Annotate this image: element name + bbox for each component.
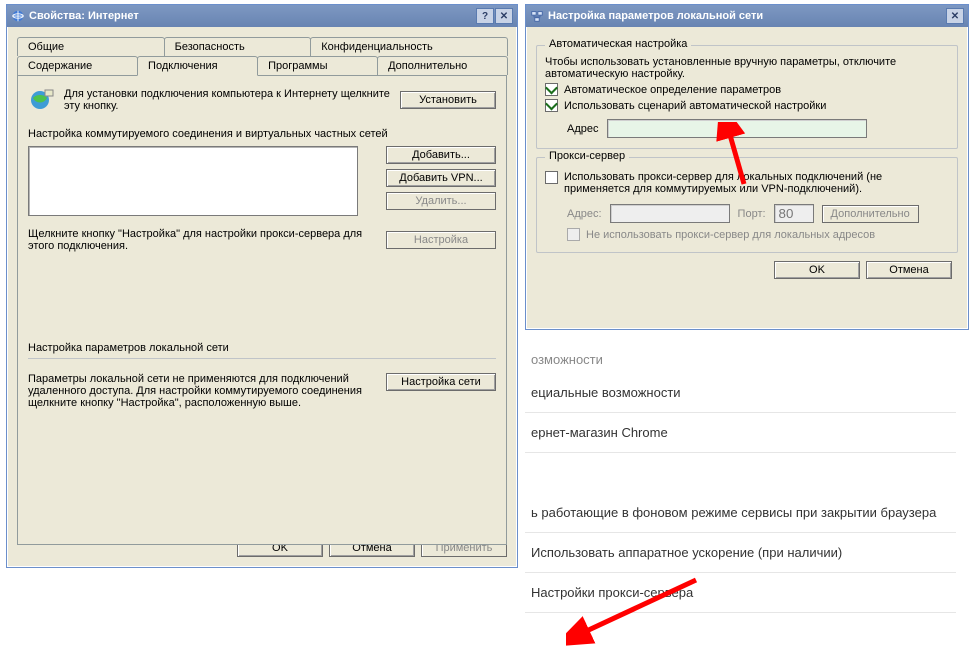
tab-programs[interactable]: Программы: [257, 56, 378, 75]
chrome-item-proxy-settings[interactable]: Настройки прокси-сервера: [525, 573, 956, 613]
chrome-item-accessibility[interactable]: ециальные возможности: [525, 373, 956, 413]
add-vpn-button[interactable]: Добавить VPN...: [386, 169, 496, 187]
proxy-address-input: [610, 204, 730, 223]
internet-icon: [11, 9, 25, 23]
setup-hint-text: Для установки подключения компьютера к И…: [64, 88, 392, 112]
tab-security[interactable]: Безопасность: [164, 37, 312, 56]
dialup-section-label: Настройка коммутируемого соединения и ви…: [28, 128, 496, 140]
auto-config-group: Автоматическая настройка Чтобы использов…: [536, 45, 958, 149]
titlebar[interactable]: Настройка параметров локальной сети ✕: [526, 5, 968, 27]
proxy-group: Прокси-сервер Использовать прокси-сервер…: [536, 157, 958, 253]
help-button[interactable]: ?: [476, 8, 494, 24]
checkbox-icon: [545, 99, 558, 112]
proxy-advanced-button: Дополнительно: [822, 205, 919, 223]
globe-icon: [28, 86, 56, 114]
use-proxy-checkbox[interactable]: Использовать прокси-сервер для локальных…: [545, 171, 949, 195]
lan-settings-window: Настройка параметров локальной сети ✕ Ав…: [525, 4, 969, 330]
tab-advanced[interactable]: Дополнительно: [377, 56, 508, 75]
proxy-port-label: Порт:: [738, 208, 766, 220]
close-button[interactable]: ✕: [495, 8, 513, 24]
autoscript-checkbox[interactable]: Использовать сценарий автоматической нас…: [545, 99, 949, 112]
network-icon: [530, 9, 544, 23]
delete-button: Удалить...: [386, 192, 496, 210]
titlebar[interactable]: Свойства: Интернет ? ✕: [7, 5, 517, 27]
proxy-port-input: [774, 204, 814, 223]
checkbox-icon: [567, 228, 580, 241]
lan-settings-button[interactable]: Настройка сети: [386, 373, 496, 391]
tab-connections[interactable]: Подключения: [137, 56, 258, 76]
tab-privacy[interactable]: Конфиденциальность: [310, 37, 508, 56]
lan-hint-text: Параметры локальной сети не применяются …: [28, 373, 378, 409]
tab-general[interactable]: Общие: [17, 37, 165, 56]
chrome-item-bg-apps[interactable]: ь работающие в фоновом режиме сервисы пр…: [525, 493, 956, 533]
chrome-settings-panel: озможности ециальные возможности ернет-м…: [525, 338, 976, 667]
close-button[interactable]: ✕: [946, 8, 964, 24]
cancel-button[interactable]: Отмена: [866, 261, 952, 279]
add-button[interactable]: Добавить...: [386, 146, 496, 164]
checkbox-icon: [545, 83, 558, 96]
chrome-section-header: озможности: [525, 338, 956, 373]
chrome-item-webstore[interactable]: ернет-магазин Chrome: [525, 413, 956, 453]
bypass-local-checkbox: Не использовать прокси-сервер для локаль…: [545, 228, 949, 241]
auto-config-legend: Автоматическая настройка: [545, 38, 691, 50]
internet-properties-window: Свойства: Интернет ? ✕ Общие Безопасност…: [6, 4, 518, 568]
autodetect-checkbox[interactable]: Автоматическое определение параметров: [545, 83, 949, 96]
proxy-address-label: Адрес:: [567, 208, 602, 220]
tab-content[interactable]: Содержание: [17, 56, 138, 75]
window-title: Свойства: Интернет: [29, 10, 139, 22]
autoscript-address-input[interactable]: [607, 119, 867, 138]
chrome-item-hw-accel[interactable]: Использовать аппаратное ускорение (при н…: [525, 533, 956, 573]
window-title: Настройка параметров локальной сети: [548, 10, 763, 22]
proxy-legend: Прокси-сервер: [545, 150, 629, 162]
ok-button[interactable]: OK: [774, 261, 860, 279]
address-label: Адрес: [567, 123, 599, 135]
auto-config-hint: Чтобы использовать установленные вручную…: [545, 56, 949, 80]
connection-settings-button: Настройка: [386, 231, 496, 249]
checkbox-icon: [545, 171, 558, 184]
connections-listbox[interactable]: [28, 146, 358, 216]
settings-hint-text: Щелкните кнопку "Настройка" для настройк…: [28, 228, 378, 252]
install-button[interactable]: Установить: [400, 91, 496, 109]
lan-section-label: Настройка параметров локальной сети: [28, 342, 496, 354]
